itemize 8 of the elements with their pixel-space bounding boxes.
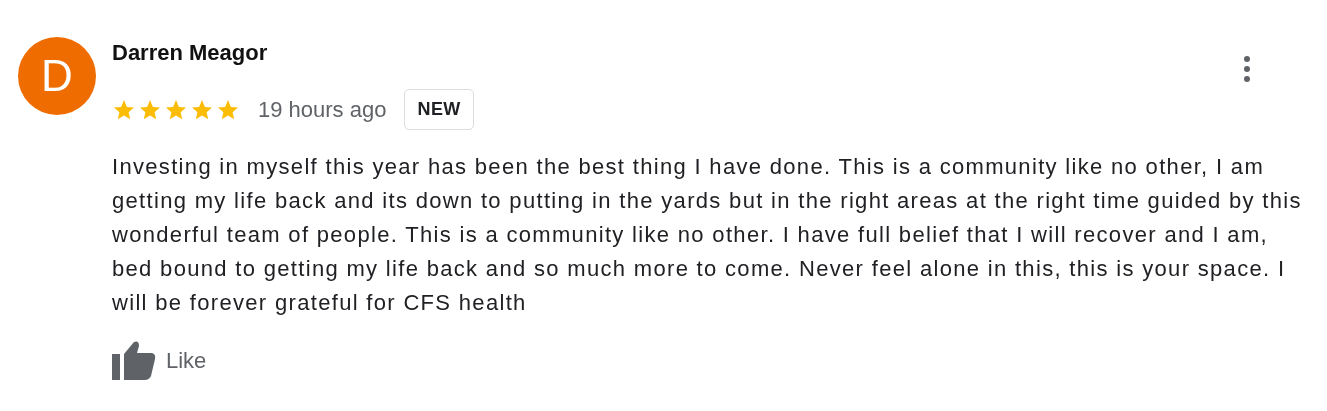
review-text: Investing in myself this year has been the best thing I have done. This is a community like no other, I am getting my life back and its down to putting in the yards but in the right areas at the right time guided by this wonderful team of people. This is a community like no other. I have full belief that I will recover and I am, bed bound to getting my life back and so much more to come. Never feel alone in this, this is your space. I will be forever grateful for CFS health (112, 153, 1302, 317)
thumbs-up-icon (112, 340, 156, 380)
new-badge: NEW (404, 89, 474, 130)
review-time: 19 hours ago (258, 96, 387, 124)
reviewer-name: Darren Meagor (112, 39, 269, 67)
avatar: D (18, 37, 96, 115)
like-button[interactable]: Like (112, 340, 207, 380)
more-options-icon[interactable] (1242, 56, 1252, 82)
